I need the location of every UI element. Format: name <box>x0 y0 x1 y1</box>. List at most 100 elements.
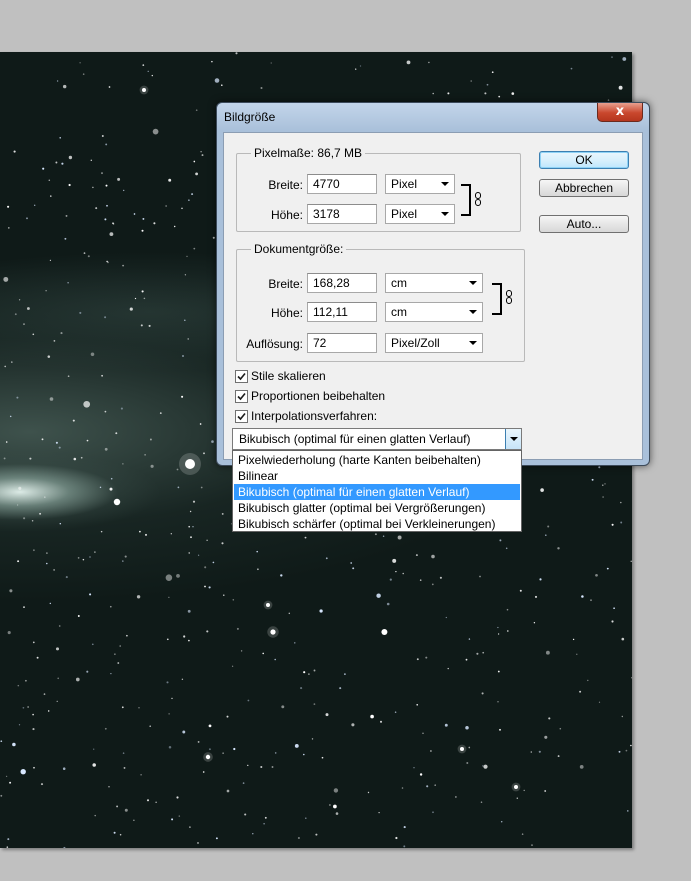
pixel-width-unit-select[interactable]: Pixel <box>385 174 455 194</box>
constrain-bracket <box>492 283 502 315</box>
star <box>62 767 66 770</box>
star <box>590 599 592 602</box>
star <box>178 815 181 817</box>
star <box>598 701 601 703</box>
star <box>26 217 28 220</box>
star <box>425 656 428 659</box>
star <box>50 195 52 197</box>
star <box>221 84 223 86</box>
pixel-width-input[interactable]: 4770 <box>307 174 377 194</box>
star <box>101 135 104 137</box>
star <box>523 789 525 792</box>
star <box>119 645 121 647</box>
star <box>497 633 500 635</box>
doc-height-unit: cm <box>391 305 407 319</box>
star <box>481 692 484 695</box>
doc-width-unit: cm <box>391 276 407 290</box>
pixel-height-unit-select[interactable]: Pixel <box>385 204 455 224</box>
star <box>197 740 200 743</box>
doc-height-input[interactable]: 112,11 <box>307 302 377 322</box>
close-button[interactable]: x <box>597 103 643 122</box>
star <box>151 74 153 77</box>
star <box>192 525 194 528</box>
star <box>382 535 385 537</box>
star <box>145 533 147 536</box>
interpolation-option[interactable]: Bikubisch schärfer (optimal bei Verklein… <box>234 516 520 532</box>
auto-button[interactable]: Auto... <box>539 215 629 233</box>
star <box>148 324 151 327</box>
star <box>630 744 632 747</box>
star <box>208 586 211 589</box>
star <box>466 762 469 764</box>
star <box>94 814 96 817</box>
constrain-proportions-label[interactable]: Proportionen beibehalten <box>251 389 385 403</box>
star <box>166 638 169 641</box>
star <box>579 765 584 769</box>
star <box>491 71 494 74</box>
star <box>281 705 285 709</box>
star <box>110 672 112 675</box>
scale-styles-checkbox[interactable] <box>235 370 248 383</box>
star <box>300 687 303 690</box>
star <box>116 805 119 808</box>
star <box>101 374 103 377</box>
star <box>499 728 501 731</box>
star <box>91 643 94 646</box>
interpolation-option[interactable]: Pixelwiederholung (harte Kanten beibehal… <box>234 452 520 468</box>
star <box>206 539 208 541</box>
interpolation-option[interactable]: Bikubisch glatter (optimal bei Vergrößer… <box>234 500 520 516</box>
doc-height-unit-select[interactable]: cm <box>385 302 483 322</box>
star <box>602 496 604 498</box>
star <box>109 605 112 608</box>
star <box>65 576 68 579</box>
star <box>93 748 95 750</box>
star <box>181 395 184 398</box>
cancel-button[interactable]: Abbrechen <box>539 179 629 197</box>
star <box>519 589 522 592</box>
star <box>187 609 191 613</box>
interpolation-dropdown-button[interactable] <box>505 429 521 449</box>
star <box>325 557 328 560</box>
star <box>416 658 419 661</box>
constrain-proportions-checkbox[interactable] <box>235 390 248 403</box>
star <box>62 84 67 89</box>
interpolation-select[interactable]: Bikubisch (optimal für einen glatten Ver… <box>232 428 522 450</box>
star <box>419 579 422 581</box>
doc-width-unit-select[interactable]: cm <box>385 273 483 293</box>
pixel-height-input[interactable]: 3178 <box>307 204 377 224</box>
doc-width-input[interactable]: 168,28 <box>307 273 377 293</box>
star <box>33 766 35 769</box>
document-size-group: Dokumentgröße: Breite: 168,28 cm Höhe: 1… <box>236 242 525 362</box>
star <box>108 86 111 88</box>
resolution-unit-select[interactable]: Pixel/Zoll <box>385 333 483 353</box>
star <box>602 484 604 486</box>
chevron-down-icon <box>510 437 518 441</box>
star <box>165 574 173 581</box>
resample-label[interactable]: Interpolationsverfahren: <box>251 409 377 423</box>
star <box>176 574 180 578</box>
star <box>53 340 56 342</box>
checkmark-icon <box>237 372 246 381</box>
star <box>355 68 357 70</box>
star <box>211 60 213 63</box>
resolution-input[interactable]: 72 <box>307 333 377 353</box>
star <box>483 764 488 769</box>
interpolation-option[interactable]: Bilinear <box>234 468 520 484</box>
star <box>106 260 108 263</box>
star <box>5 775 8 778</box>
pixel-width-label: Breite: <box>268 178 303 192</box>
star <box>117 662 120 664</box>
scale-styles-label[interactable]: Stile skalieren <box>251 369 326 383</box>
dialog-titlebar[interactable]: Bildgröße x <box>217 103 649 131</box>
star <box>232 599 235 601</box>
star <box>177 486 180 489</box>
star <box>124 808 128 812</box>
star <box>422 732 424 734</box>
star <box>350 562 353 564</box>
interpolation-option-selected[interactable]: Bikubisch (optimal für einen glatten Ver… <box>234 484 520 500</box>
star <box>75 677 80 682</box>
star <box>499 539 502 542</box>
resample-checkbox[interactable] <box>235 410 248 423</box>
star <box>141 290 144 293</box>
ok-button[interactable]: OK <box>539 151 629 169</box>
